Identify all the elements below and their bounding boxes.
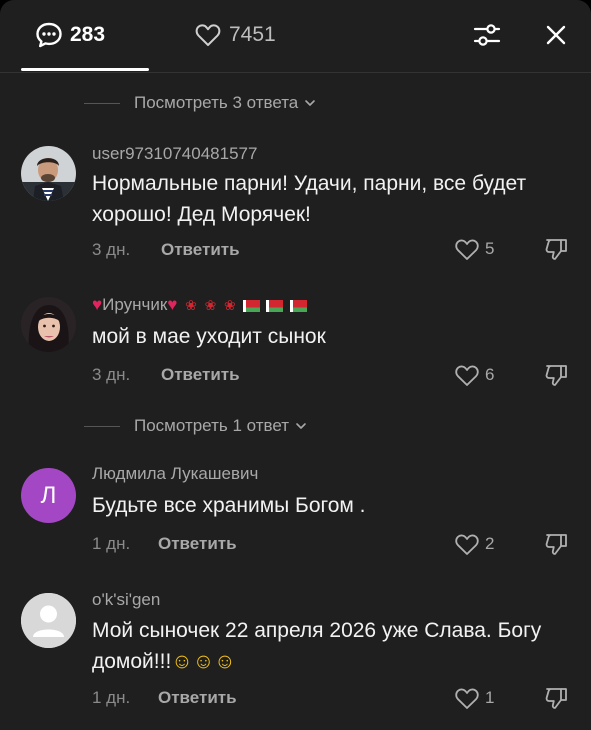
heart-outline-icon	[195, 24, 221, 46]
comment-bubble-icon	[36, 22, 62, 48]
comments-count: 283	[70, 23, 106, 46]
belarus-flag-icon	[289, 299, 307, 312]
avatar[interactable]	[21, 593, 76, 648]
tab-comments[interactable]: 283	[34, 18, 105, 52]
tab-likes[interactable]: 7451	[193, 18, 276, 52]
comment-username: Ирунчик	[102, 295, 168, 314]
heart-emoji-icon: ♥	[92, 295, 103, 314]
heart-outline-icon	[455, 239, 479, 260]
thumb-down-icon	[545, 534, 567, 555]
chevron-down-icon	[305, 100, 316, 106]
comment-text: Мой сыночек 22 апреля 2026 уже Слава. Бо…	[92, 619, 542, 673]
comment-time: 1 дн.	[92, 688, 131, 707]
heart-outline-icon	[455, 688, 479, 709]
avatar-photo-woman	[21, 297, 76, 352]
thumb-down-icon	[545, 688, 567, 709]
thumb-down-icon	[545, 239, 567, 260]
reply-button[interactable]: Ответить	[161, 240, 240, 260]
heart-emoji-icon: ♥	[167, 295, 178, 314]
avatar[interactable]: Л	[21, 468, 76, 523]
filter-button[interactable]	[472, 20, 502, 50]
comment-username-row[interactable]: ♥Ирунчик♥ ❀ ❀ ❀	[92, 295, 307, 315]
like-count: 2	[485, 534, 495, 553]
dislike-button[interactable]	[542, 685, 572, 711]
view-replies-label: Посмотреть 3 ответа	[134, 93, 299, 112]
chevron-down-icon	[296, 423, 306, 429]
thumb-down-icon	[545, 365, 567, 386]
dislike-button[interactable]	[542, 531, 572, 557]
close-button[interactable]	[541, 20, 571, 50]
sliders-icon	[473, 24, 501, 46]
rose-emoji-icon: ❀	[185, 297, 197, 313]
heart-outline-icon	[455, 365, 479, 386]
close-icon	[546, 25, 566, 45]
reply-button[interactable]: Ответить	[158, 688, 237, 708]
reply-button[interactable]: Ответить	[161, 365, 240, 385]
default-avatar-icon	[21, 593, 76, 648]
comment-text: Будьте все хранимы Богом .	[92, 494, 366, 517]
like-count: 5	[485, 239, 495, 258]
view-replies-button[interactable]: Посмотреть 1 ответ	[84, 415, 307, 437]
like-count: 1	[485, 688, 495, 707]
comments-panel: 283 7451 Посмотреть 3 ответа user9731074…	[0, 0, 591, 730]
avatar[interactable]	[21, 297, 76, 352]
comment-username[interactable]: Людмила Лукашевич	[92, 464, 258, 484]
dislike-button[interactable]	[542, 236, 572, 262]
comment-username[interactable]: o'k'si'gen	[92, 590, 160, 610]
hugging-face-emoji-icon: ☺☺☺	[171, 650, 236, 673]
divider-line	[84, 425, 120, 427]
belarus-flag-icon	[242, 299, 260, 312]
belarus-flag-icon	[266, 299, 284, 312]
comment-time: 3 дн.	[92, 365, 131, 384]
likes-count: 7451	[229, 23, 276, 46]
view-replies-label: Посмотреть 1 ответ	[134, 416, 290, 435]
like-button[interactable]: 5	[453, 236, 494, 262]
comment-text: мой в мае уходит сынок	[92, 325, 326, 348]
rose-emoji-icon: ❀	[204, 297, 217, 313]
comment-time: 3 дн.	[92, 240, 131, 259]
comment-text-row: Мой сыночек 22 апреля 2026 уже Слава. Бо…	[92, 615, 572, 677]
comment-username[interactable]: user97310740481577	[92, 144, 257, 164]
dislike-button[interactable]	[542, 362, 572, 388]
divider-line	[84, 102, 120, 104]
avatar[interactable]	[21, 146, 76, 201]
reply-button[interactable]: Ответить	[158, 534, 237, 554]
like-button[interactable]: 6	[453, 362, 494, 388]
like-button[interactable]: 2	[453, 531, 494, 557]
active-tab-indicator	[21, 68, 149, 71]
rose-emoji-icon: ❀	[224, 297, 236, 313]
comments-header: 283 7451	[0, 0, 591, 73]
heart-outline-icon	[455, 534, 479, 555]
avatar-photo-man	[21, 146, 76, 201]
view-replies-button[interactable]: Посмотреть 3 ответа	[84, 92, 316, 114]
like-count: 6	[485, 365, 495, 384]
like-button[interactable]: 1	[453, 685, 494, 711]
comment-time: 1 дн.	[92, 534, 131, 553]
comment-text: Нормальные парни! Удачи, парни, все буде…	[92, 172, 527, 226]
